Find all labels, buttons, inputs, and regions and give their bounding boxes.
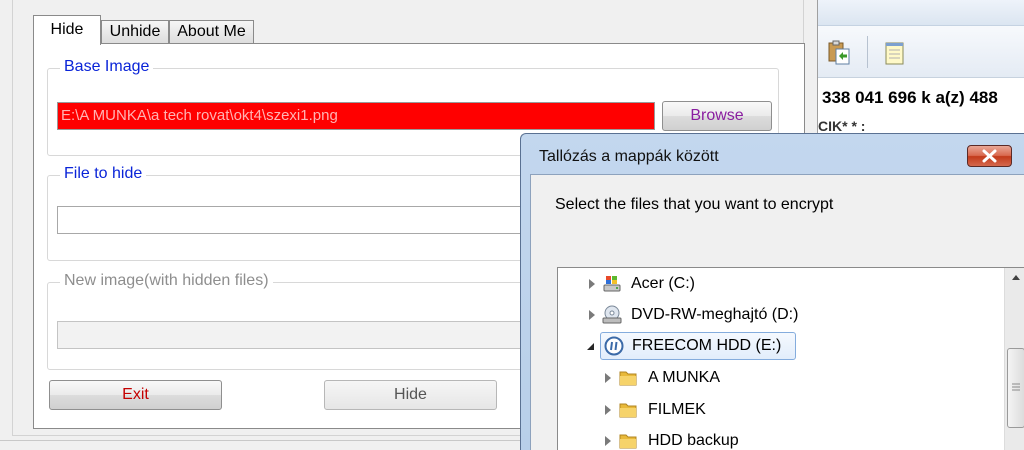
grip-icon <box>1012 383 1020 391</box>
tree-item-label: DVD-RW-meghajtó (D:) <box>631 306 799 323</box>
toolbar-separator <box>867 36 868 68</box>
scroll-up-arrow-icon[interactable] <box>1005 268 1024 288</box>
expand-arrow-icon[interactable] <box>605 373 611 383</box>
tree-item-a-munka[interactable]: A MUNKA <box>604 364 984 392</box>
folder-tree[interactable]: Acer (C:) DVD-RW-meghajtó (D:) FREECOM H… <box>557 267 1024 450</box>
tree-item-filmek[interactable]: FILMEK <box>604 396 984 424</box>
background-title-bar <box>818 0 1024 26</box>
expand-arrow-icon[interactable] <box>605 436 611 446</box>
folder-icon <box>619 403 637 418</box>
tree-item-label: HDD backup <box>648 432 739 449</box>
tree-item-acer-c[interactable]: Acer (C:) <box>588 270 988 298</box>
new-image-label: New image(with hidden files) <box>60 272 273 290</box>
folder-icon <box>619 371 637 386</box>
tree-item-label: FREECOM HDD (E:) <box>632 337 782 354</box>
hard-drive-icon <box>603 276 621 292</box>
storage-amount-text: 338 041 696 k a(z) 488 <box>822 88 998 107</box>
tree-item-hdd-backup[interactable]: HDD backup <box>604 427 984 450</box>
close-icon <box>982 149 997 163</box>
folder-icon <box>619 434 637 449</box>
dialog-title: Tallózás a mappák között <box>539 148 719 165</box>
base-image-path-field[interactable]: E:\A MUNKA\a tech rovat\okt4\szexi1.png <box>57 102 655 130</box>
tab-unhide[interactable]: Unhide <box>101 20 169 44</box>
close-button[interactable] <box>967 145 1012 167</box>
dialog-body: Select the files that you want to encryp… <box>530 174 1024 450</box>
notepad-icon[interactable] <box>882 40 908 66</box>
dialog-instruction: Select the files that you want to encryp… <box>555 196 834 213</box>
expand-arrow-icon[interactable] <box>589 310 595 320</box>
external-drive-icon <box>604 336 624 356</box>
tab-about-me[interactable]: About Me <box>169 20 254 44</box>
expand-arrow-icon[interactable] <box>589 279 595 289</box>
collapse-arrow-icon[interactable] <box>587 343 594 350</box>
paste-icon[interactable] <box>826 40 852 66</box>
scroll-thumb[interactable] <box>1007 348 1024 428</box>
tree-item-label: Acer (C:) <box>631 275 695 292</box>
exit-button[interactable]: Exit <box>49 380 222 410</box>
background-toolbar <box>818 26 1024 78</box>
tab-hide[interactable]: Hide <box>33 15 101 45</box>
tree-item-label: FILMEK <box>648 401 706 418</box>
browse-button[interactable]: Browse <box>662 101 772 131</box>
hide-button[interactable]: Hide <box>324 380 497 410</box>
partial-header-text: CIK* * : <box>818 118 866 134</box>
expand-arrow-icon[interactable] <box>605 405 611 415</box>
tree-scrollbar[interactable] <box>1004 268 1024 450</box>
dvd-drive-icon <box>602 305 622 324</box>
base-image-label: Base Image <box>60 58 154 76</box>
tree-item-label: A MUNKA <box>648 369 721 386</box>
browse-folder-dialog: Tallózás a mappák között Select the file… <box>520 133 1024 450</box>
tree-item-freecom-hdd-e[interactable]: FREECOM HDD (E:) <box>587 332 796 360</box>
file-to-hide-label: File to hide <box>60 165 147 183</box>
tree-item-dvd-rw-d[interactable]: DVD-RW-meghajtó (D:) <box>588 301 988 329</box>
